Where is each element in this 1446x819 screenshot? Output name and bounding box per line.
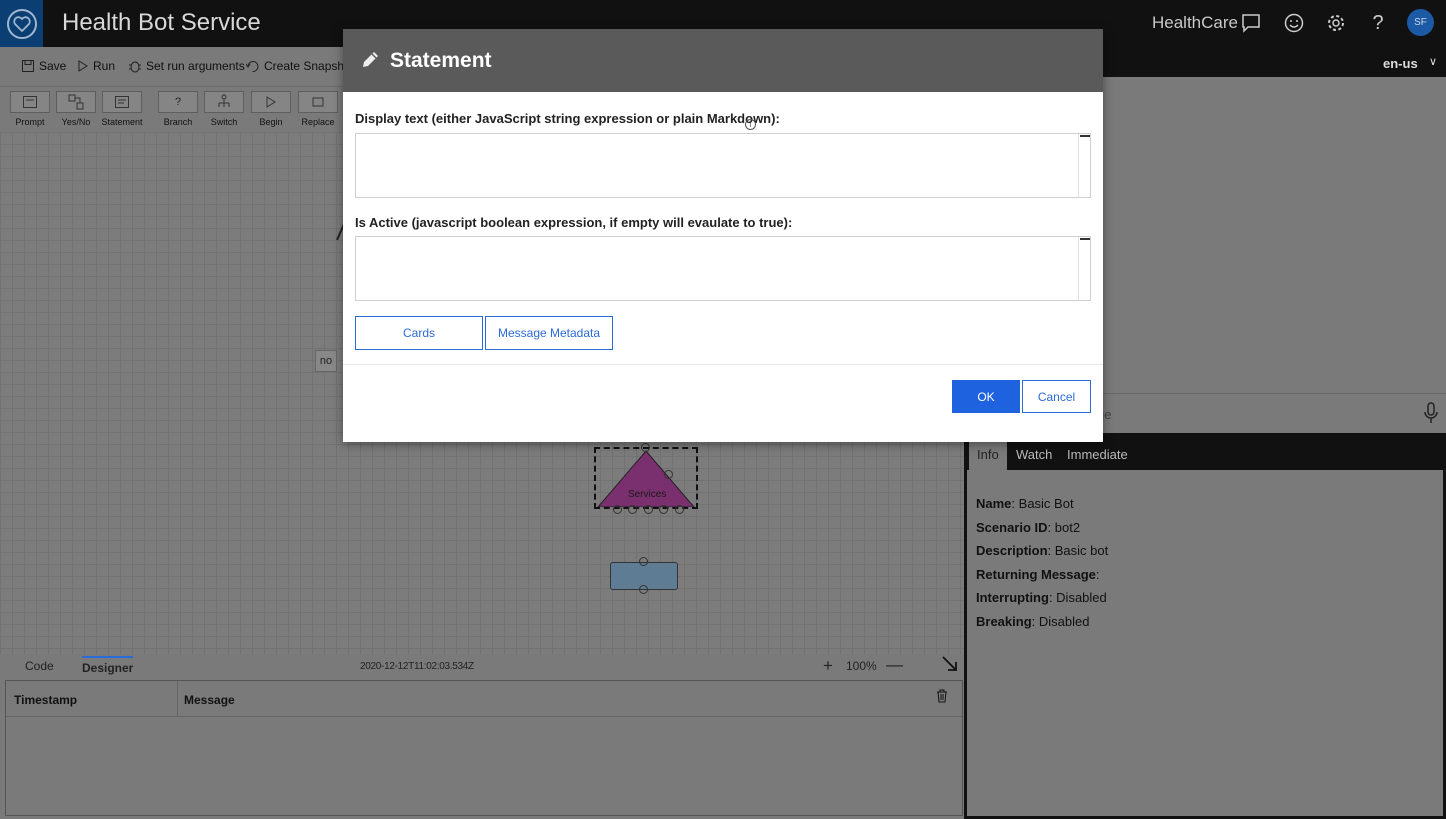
branch-icon: ? xyxy=(158,91,198,113)
connector-port[interactable] xyxy=(659,505,668,514)
display-text-label: Display text (either JavaScript string e… xyxy=(355,111,780,126)
connector-port[interactable] xyxy=(641,443,650,452)
run-label: Run xyxy=(93,59,116,73)
chat-icon[interactable] xyxy=(1240,11,1262,35)
connector-port[interactable] xyxy=(628,505,637,514)
yesno-icon xyxy=(56,91,96,113)
palette-prompt[interactable]: Prompt xyxy=(8,91,52,131)
info-scenario-id: Scenario ID: bot2 xyxy=(976,519,1081,535)
help-icon[interactable]: ? xyxy=(1367,11,1389,35)
fit-to-screen-icon[interactable] xyxy=(942,656,958,672)
palette-branch[interactable]: ? Branch xyxy=(156,91,200,131)
info-icon[interactable]: i xyxy=(745,119,756,130)
scrollbar[interactable] xyxy=(1078,134,1090,197)
ok-button[interactable]: OK xyxy=(952,380,1020,413)
language-bar: en-us ∨ xyxy=(1103,47,1446,77)
snapshot-icon xyxy=(246,60,259,72)
cards-button[interactable]: Cards xyxy=(355,316,483,350)
divider xyxy=(343,364,1103,365)
info-description: Description: Basic bot xyxy=(976,543,1109,559)
zoom-out-button[interactable]: — xyxy=(886,655,903,675)
scrollbar[interactable] xyxy=(1078,237,1090,300)
message-metadata-button[interactable]: Message Metadata xyxy=(485,316,613,350)
run-button[interactable]: Run xyxy=(78,59,115,73)
replace-icon xyxy=(298,91,338,113)
palette-yesno[interactable]: Yes/No xyxy=(54,91,98,131)
info-name: Name: Basic Bot xyxy=(976,496,1074,511)
info-body: Name: Basic Bot Scenario ID: bot2 Descri… xyxy=(967,470,1443,816)
column-divider[interactable] xyxy=(177,681,178,717)
palette-statement[interactable]: Statement xyxy=(100,91,144,131)
info-breaking: Breaking: Disabled xyxy=(976,613,1090,629)
pencil-icon xyxy=(363,52,378,67)
gear-icon[interactable] xyxy=(1325,11,1347,35)
zoom-level: 100% xyxy=(846,659,877,673)
palette-label: Replace xyxy=(301,117,335,127)
set-run-arguments-button[interactable]: Set run arguments xyxy=(129,59,245,73)
trash-icon[interactable] xyxy=(936,689,948,703)
info-interrupting: Interrupting: Disabled xyxy=(976,590,1107,606)
col-timestamp[interactable]: Timestamp xyxy=(14,693,77,707)
palette-switch[interactable]: Switch xyxy=(202,91,246,131)
create-snapshot-button[interactable]: Create Snapshot xyxy=(246,59,354,73)
no-label-chip[interactable]: no xyxy=(315,350,337,372)
language-select[interactable]: en-us xyxy=(1383,56,1418,71)
connector-port[interactable] xyxy=(639,585,648,594)
palette-label: Statement xyxy=(101,117,143,127)
chat-area xyxy=(1103,77,1446,393)
connector-port[interactable] xyxy=(613,505,622,514)
info-section: Info Watch Immediate Name: Basic Bot Sce… xyxy=(964,433,1446,819)
display-text-field[interactable] xyxy=(355,133,1091,198)
palette-label: Prompt xyxy=(15,117,45,127)
info-returning-message: Returning Message: xyxy=(976,566,1100,582)
cancel-button[interactable]: Cancel xyxy=(1022,380,1091,413)
chevron-down-icon[interactable]: ∨ xyxy=(1429,55,1437,68)
bug-icon xyxy=(129,61,141,72)
dialog-title: Statement xyxy=(390,49,492,72)
save-icon xyxy=(22,60,34,72)
palette-label: Switch xyxy=(210,117,238,127)
connector-port[interactable] xyxy=(675,505,684,514)
create-snapshot-label: Create Snapshot xyxy=(264,59,355,73)
prompt-icon xyxy=(10,91,50,113)
tenant-name[interactable]: HealthCare xyxy=(1152,13,1238,33)
col-message[interactable]: Message xyxy=(184,693,235,707)
timestamp-label: 2020-12-12T11:02:03.534Z xyxy=(360,661,474,672)
designer-footer: Code Designer 2020-12-12T11:02:03.534Z +… xyxy=(0,654,964,678)
begin-icon xyxy=(251,91,291,113)
save-label: Save xyxy=(39,59,67,73)
palette-label: Branch xyxy=(163,117,193,127)
tab-watch[interactable]: Watch xyxy=(1008,441,1060,470)
is-active-field[interactable] xyxy=(355,236,1091,301)
palette-label: Yes/No xyxy=(61,117,91,127)
save-button[interactable]: Save xyxy=(22,59,66,73)
connector-port[interactable] xyxy=(664,470,673,479)
zoom-in-button[interactable]: + xyxy=(823,656,833,676)
log-header: Timestamp Message xyxy=(6,681,962,717)
tab-code[interactable]: Code xyxy=(25,659,54,673)
palette-replace[interactable]: Replace xyxy=(296,91,340,131)
play-icon xyxy=(78,60,88,72)
is-active-label: Is Active (javascript boolean expression… xyxy=(355,215,793,230)
palette-label: Begin xyxy=(259,117,283,127)
app-title: Health Bot Service xyxy=(62,9,261,36)
tab-immediate[interactable]: Immediate xyxy=(1059,441,1136,470)
dialog-header: Statement xyxy=(343,29,1103,92)
connector-port[interactable] xyxy=(639,557,648,566)
services-label: Services xyxy=(628,489,667,500)
smiley-icon[interactable] xyxy=(1283,11,1305,35)
statement-icon xyxy=(102,91,142,113)
switch-icon xyxy=(204,91,244,113)
tab-info[interactable]: Info xyxy=(969,441,1007,470)
log-pane: Timestamp Message xyxy=(5,680,963,816)
palette-begin[interactable]: Begin xyxy=(249,91,293,131)
microphone-icon[interactable] xyxy=(1424,402,1438,424)
statement-dialog: Statement Display text (either JavaScrip… xyxy=(343,29,1103,442)
connector-port[interactable] xyxy=(644,505,653,514)
heart-logo-icon[interactable] xyxy=(0,0,43,47)
avatar[interactable]: SF xyxy=(1407,9,1434,36)
set-run-arguments-label: Set run arguments xyxy=(146,59,245,73)
tab-designer[interactable]: Designer xyxy=(82,656,134,675)
